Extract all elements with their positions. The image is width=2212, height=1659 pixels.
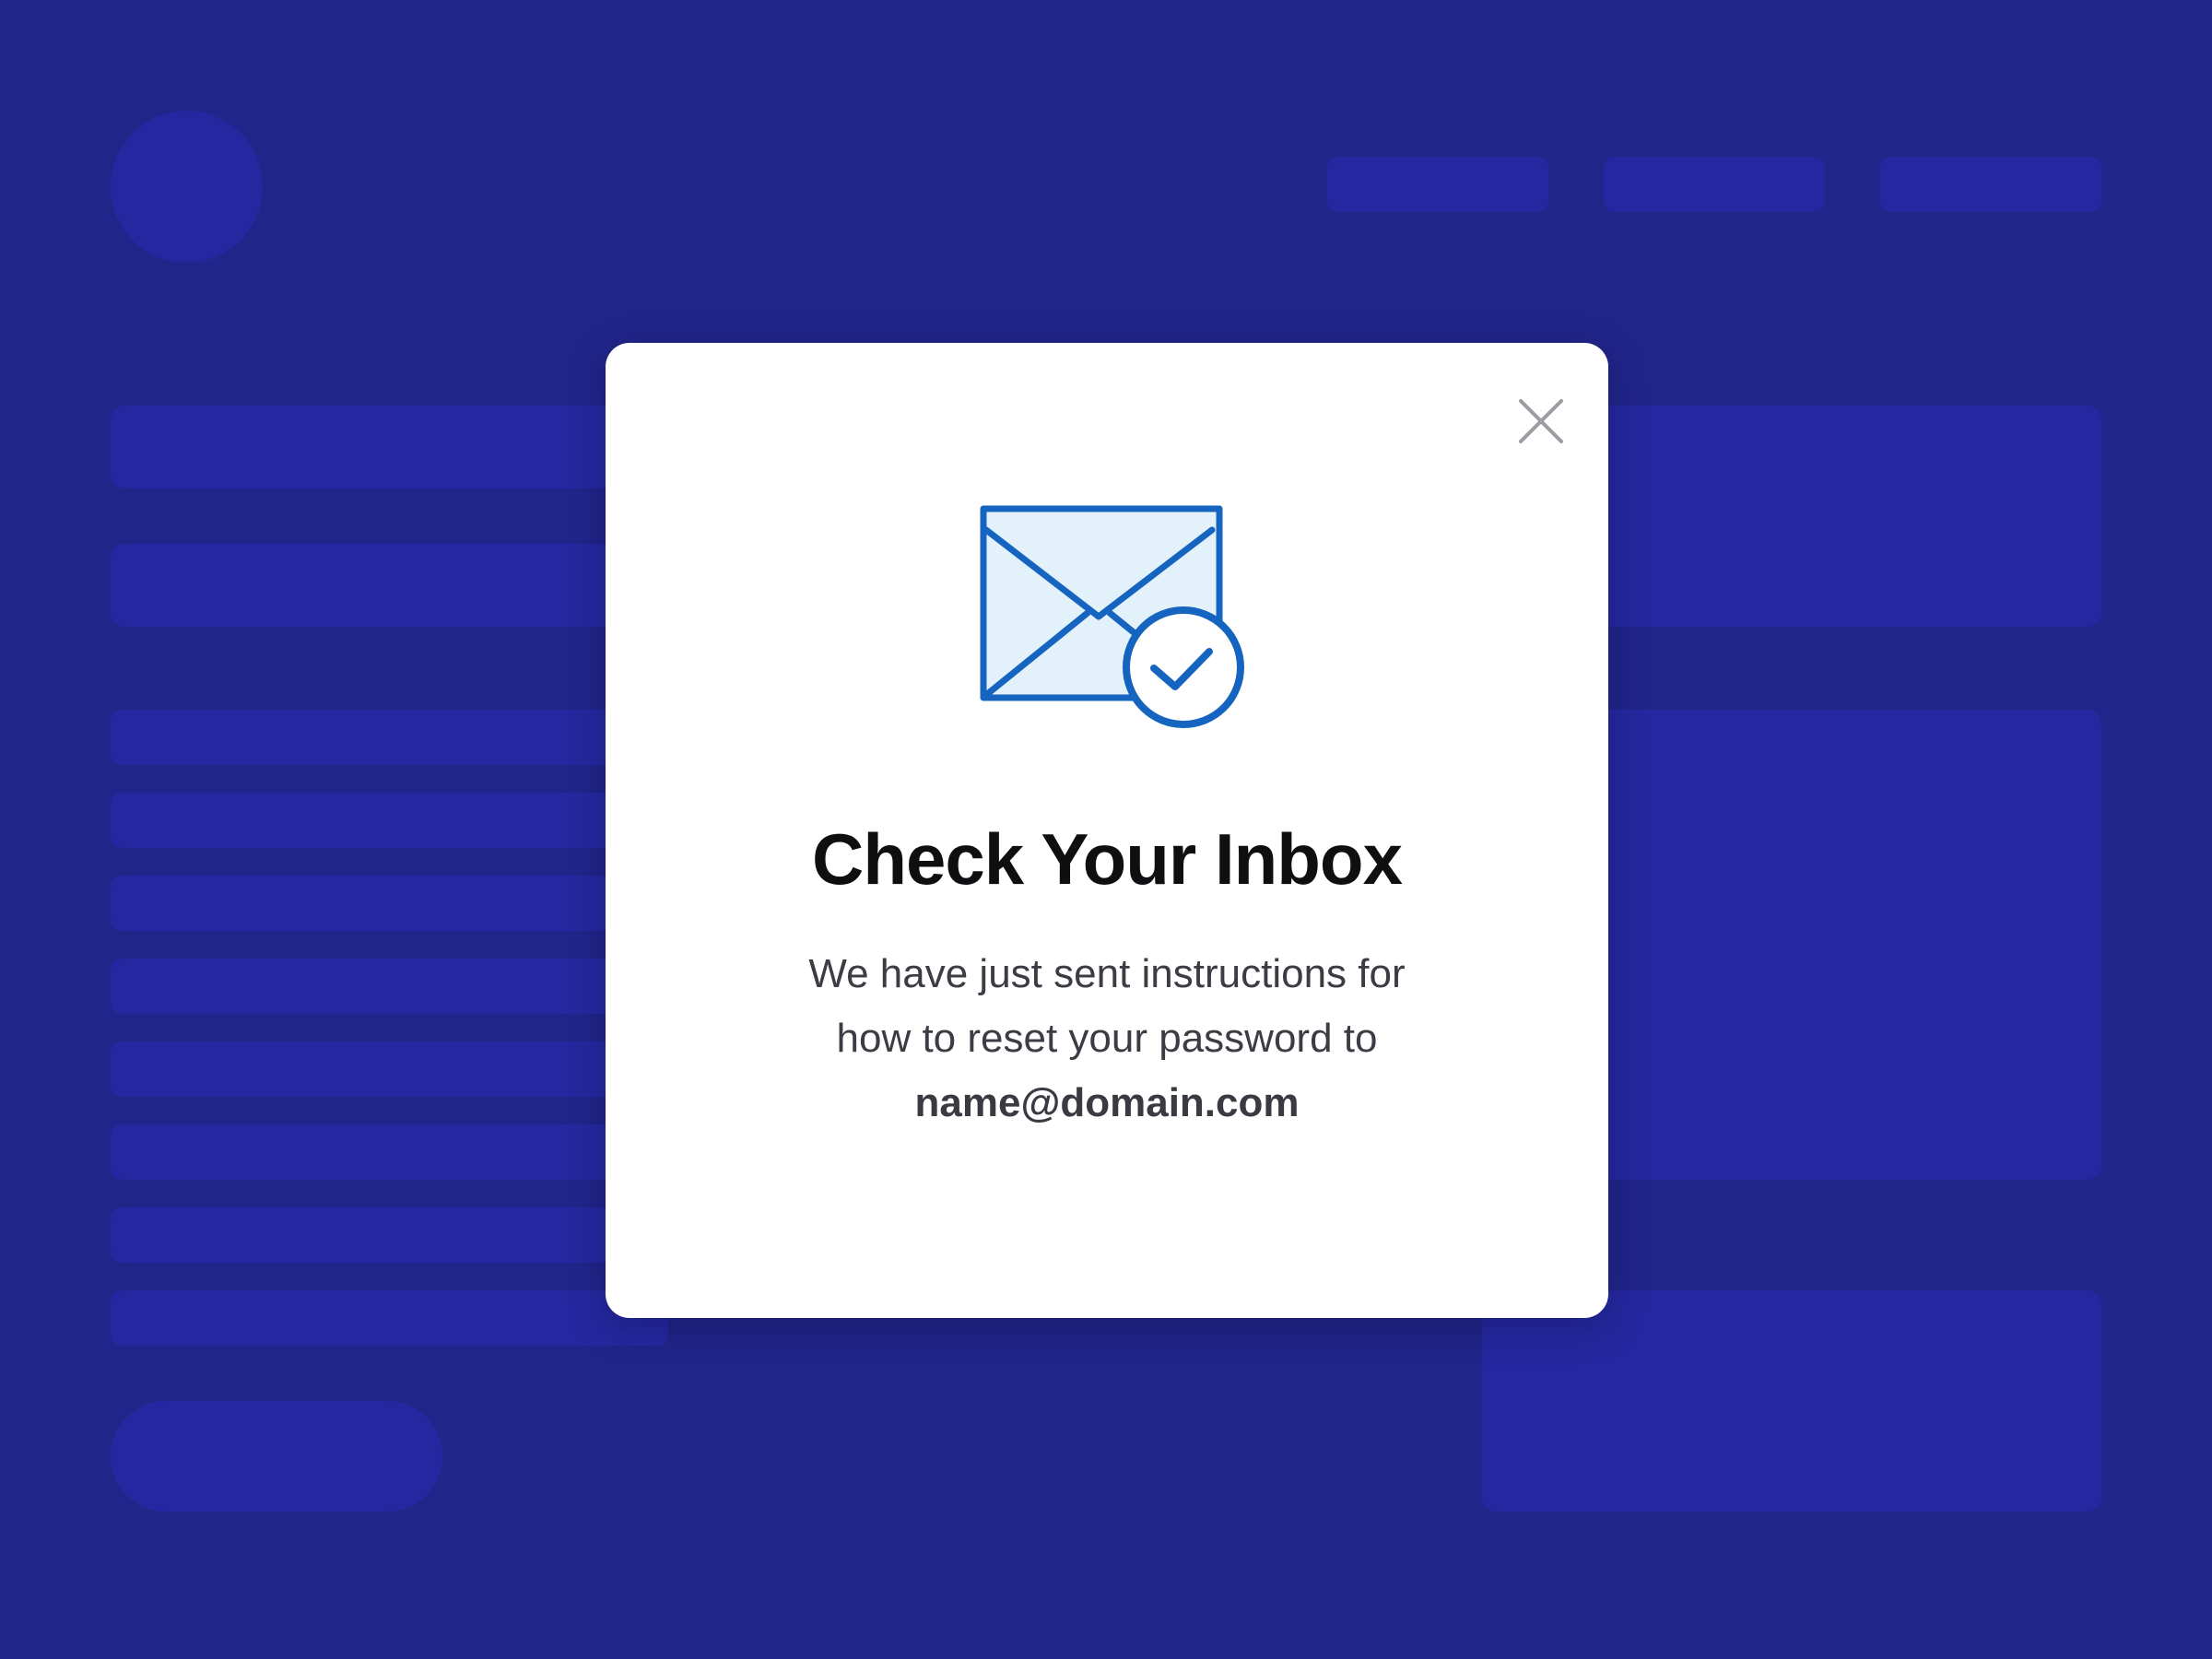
background-block-right-3 bbox=[1482, 1290, 2101, 1512]
background-button-placeholder bbox=[111, 1401, 442, 1512]
background-avatar-placeholder bbox=[111, 111, 263, 263]
modal-title: Check Your Inbox bbox=[812, 818, 1403, 900]
modal-message: We have just sent instructions for how t… bbox=[738, 942, 1476, 1135]
close-icon bbox=[1519, 399, 1563, 443]
background-line-8 bbox=[111, 1290, 668, 1346]
message-line-2: how to reset your password to bbox=[836, 1016, 1378, 1061]
close-button[interactable] bbox=[1509, 389, 1573, 453]
envelope-check-icon bbox=[980, 505, 1244, 728]
background-nav-placeholder-2 bbox=[1604, 157, 1825, 212]
background-nav-placeholder-3 bbox=[1880, 157, 2101, 212]
message-line-1: We have just sent instructions for bbox=[808, 951, 1406, 996]
background-nav-placeholder-1 bbox=[1327, 157, 1548, 212]
recipient-email: name@domain.com bbox=[914, 1080, 1300, 1125]
check-inbox-modal: Check Your Inbox We have just sent instr… bbox=[606, 343, 1608, 1318]
